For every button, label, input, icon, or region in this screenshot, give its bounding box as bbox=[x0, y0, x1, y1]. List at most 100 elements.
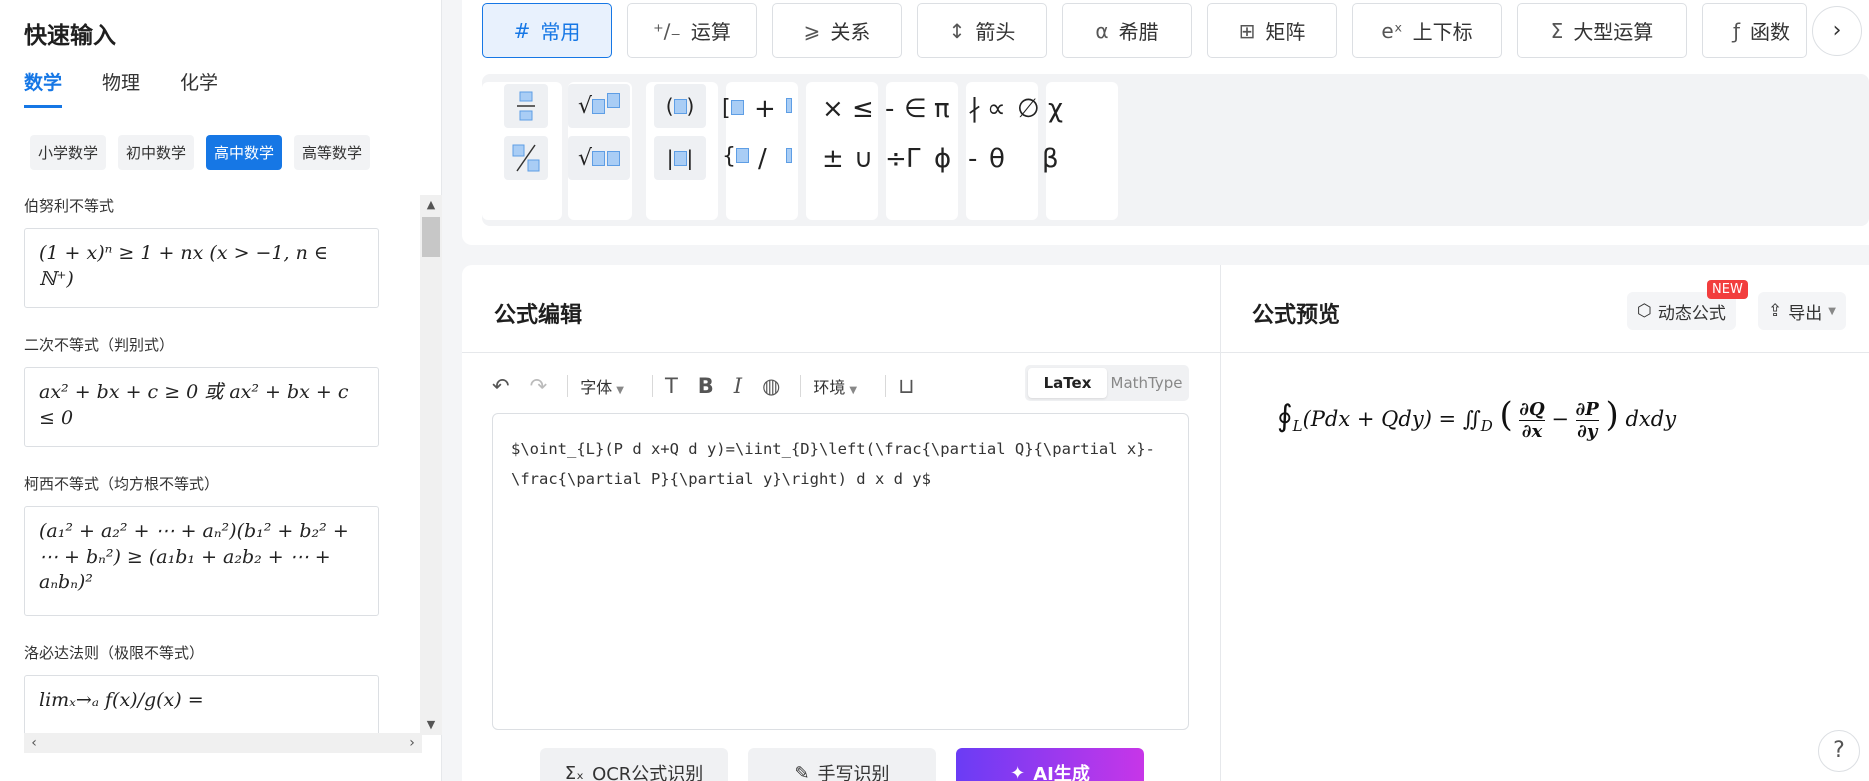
symbol-times[interactable]: × bbox=[822, 94, 844, 124]
category-arrows[interactable]: ↕ 箭头 bbox=[917, 3, 1047, 58]
category-functions[interactable]: ƒ 函数 bbox=[1702, 3, 1807, 58]
next-category-chevron-icon[interactable]: › bbox=[1812, 6, 1862, 56]
vertical-scrollbar[interactable]: ▲ ▼ bbox=[420, 195, 442, 735]
font-dropdown[interactable]: 字体 ▼ bbox=[580, 374, 624, 398]
scroll-right-icon[interactable]: › bbox=[402, 733, 422, 753]
fraction-denominator: ∂y bbox=[1577, 421, 1598, 442]
slash-fraction-template-icon[interactable] bbox=[504, 136, 548, 180]
placeholder-square-icon[interactable] bbox=[786, 144, 792, 169]
pill-primary-math[interactable]: 小学数学 bbox=[30, 135, 107, 170]
fraction-numerator: ∂Q bbox=[1519, 399, 1545, 421]
symbol-plus[interactable]: + bbox=[754, 94, 776, 124]
formula-card[interactable]: (1 + x)ⁿ ≥ 1 + nx (x > −1, n ∈ ℕ⁺) bbox=[24, 228, 379, 308]
symbol-cup[interactable]: ∪ bbox=[854, 144, 873, 174]
bold-icon[interactable]: B bbox=[698, 374, 714, 398]
formula-card[interactable]: limₓ→ₐ f(x)/g(x) = bbox=[24, 675, 379, 735]
symbol-leq[interactable]: ≤ bbox=[852, 94, 874, 124]
symbol-theta[interactable]: θ bbox=[989, 144, 1005, 174]
category-operations[interactable]: ⁺∕₋ 运算 bbox=[627, 3, 757, 58]
ocr-button-label: OCR公式识别 bbox=[592, 764, 704, 781]
help-button[interactable]: ? bbox=[1818, 730, 1860, 772]
pill-junior-math[interactable]: 初中数学 bbox=[118, 135, 195, 170]
sigma-icon: Σ bbox=[1550, 18, 1564, 43]
category-matrix[interactable]: ⊞ 矩阵 bbox=[1207, 3, 1337, 58]
scroll-left-icon[interactable]: ‹ bbox=[24, 733, 44, 753]
symbol-area: √ √ () | | [ { + × ≤ - ∈ π ∤ ∝ ∅ χ / ± ∪ … bbox=[482, 74, 1869, 226]
subject-tabs: 数学 物理 化学 bbox=[24, 68, 218, 108]
symbol-in[interactable]: ∈ bbox=[904, 94, 927, 124]
placeholder-square-icon[interactable] bbox=[786, 94, 792, 119]
symbol-slash[interactable]: / bbox=[758, 144, 767, 174]
bracket-square-icon[interactable]: [ bbox=[722, 96, 744, 121]
symbol-minus[interactable]: - bbox=[885, 94, 894, 124]
scroll-up-icon[interactable]: ▲ bbox=[420, 195, 442, 215]
italic-icon[interactable]: I bbox=[734, 374, 742, 398]
formula-item: 洛必达法则（极限不等式） limₓ→ₐ f(x)/g(x) = bbox=[24, 642, 379, 735]
category-relations[interactable]: ⩾ 关系 bbox=[772, 3, 902, 58]
formula-card[interactable]: ax² + bx + c ≥ 0 或 ax² + bx + c ≤ 0 bbox=[24, 367, 379, 447]
divider bbox=[651, 375, 653, 397]
level-pills: 小学数学 初中数学 高中数学 高等数学 bbox=[30, 135, 371, 170]
mode-mathtype[interactable]: MathType bbox=[1107, 368, 1186, 398]
function-icon: ƒ bbox=[1733, 18, 1741, 43]
divider bbox=[800, 375, 802, 397]
symbol-gamma[interactable]: Γ bbox=[906, 144, 921, 174]
symbol-propto[interactable]: ∝ bbox=[987, 94, 1006, 124]
mode-latex[interactable]: LaTex bbox=[1028, 368, 1107, 398]
category-label: 上下标 bbox=[1412, 20, 1473, 44]
handwrite-button[interactable]: ✎ 手写识别 bbox=[748, 748, 936, 781]
plus-minus-icon: ⁺∕₋ bbox=[653, 18, 681, 43]
formula-card[interactable]: (a₁² + a₂² + ⋯ + aₙ²)(b₁² + b₂² + ⋯ + bₙ… bbox=[24, 506, 379, 616]
tab-physics[interactable]: 物理 bbox=[102, 68, 140, 108]
symbol-pm[interactable]: ± bbox=[822, 144, 844, 174]
latex-input[interactable]: $\oint_{L}(P d x+Q d y)=\iint_{D}\left(\… bbox=[492, 413, 1189, 730]
tab-chemistry[interactable]: 化学 bbox=[180, 68, 218, 108]
symbol-div[interactable]: ÷ bbox=[885, 144, 907, 174]
category-greek[interactable]: α 希腊 bbox=[1062, 3, 1192, 58]
nth-root-template-icon[interactable]: √ bbox=[568, 136, 630, 180]
text-icon[interactable]: T bbox=[665, 374, 678, 398]
latex-line: \frac{\partial P}{\partial y}\right) d x… bbox=[511, 470, 931, 488]
dynamic-formula-label: 动态公式 bbox=[1657, 303, 1726, 324]
symbol-minus-2[interactable]: - bbox=[968, 144, 977, 174]
export-button[interactable]: ⇪ 导出 ▼ bbox=[1758, 292, 1846, 330]
ai-generate-button[interactable]: ✦ AI生成 bbox=[956, 748, 1144, 781]
quick-input-panel: 快速输入 数学 物理 化学 小学数学 初中数学 高中数学 高等数学 伯努利不等式… bbox=[0, 0, 442, 781]
redo-icon[interactable]: ↷ bbox=[530, 374, 548, 398]
symbol-pi[interactable]: π bbox=[934, 94, 950, 124]
symbol-beta[interactable]: β bbox=[1042, 144, 1059, 174]
undo-icon[interactable]: ↶ bbox=[492, 374, 510, 398]
hash-icon: # bbox=[513, 18, 531, 43]
pill-advanced-math[interactable]: 高等数学 bbox=[294, 135, 371, 170]
sparkle-icon: ✦ bbox=[1010, 762, 1026, 781]
category-large-ops[interactable]: Σ 大型运算 bbox=[1517, 3, 1687, 58]
arrow-updown-icon: ↕ bbox=[948, 18, 966, 43]
fraction-template-icon[interactable] bbox=[504, 84, 548, 128]
basket-icon[interactable]: ⊔ bbox=[898, 374, 914, 398]
category-bar: # 常用 ⁺∕₋ 运算 ⩾ 关系 ↕ 箭头 α 希腊 ⊞ 矩阵 eˣ 上下标 Σ 大型运算 ƒ函… bbox=[482, 3, 1807, 58]
category-label: 希腊 bbox=[1118, 20, 1159, 44]
scroll-down-icon[interactable]: ▼ bbox=[420, 715, 442, 735]
parentheses-template-icon[interactable]: () bbox=[654, 84, 706, 128]
preview-fraction: ∂P ∂y bbox=[1575, 399, 1599, 442]
preview-paren: ) bbox=[1605, 395, 1619, 435]
bracket-curly-icon[interactable]: { bbox=[722, 144, 749, 169]
symbol-emptyset[interactable]: ∅ bbox=[1017, 94, 1040, 124]
symbol-nmid[interactable]: ∤ bbox=[968, 94, 981, 124]
abs-template-icon[interactable]: | | bbox=[654, 136, 706, 180]
environment-dropdown[interactable]: 环境 ▼ bbox=[813, 374, 857, 398]
sqrt-template-icon[interactable]: √ bbox=[568, 84, 630, 128]
category-scripts[interactable]: eˣ 上下标 bbox=[1352, 3, 1502, 58]
superscript-icon: eˣ bbox=[1381, 18, 1403, 43]
scroll-thumb[interactable] bbox=[422, 217, 440, 257]
horizontal-scrollbar[interactable]: ‹ › bbox=[24, 733, 422, 753]
mode-toggle: LaTex MathType bbox=[1025, 365, 1189, 401]
category-common[interactable]: # 常用 bbox=[482, 3, 612, 58]
tab-math[interactable]: 数学 bbox=[24, 68, 63, 108]
symbol-chi[interactable]: χ bbox=[1048, 94, 1063, 124]
preview-title: 公式预览 bbox=[1252, 303, 1341, 328]
symbol-phi[interactable]: ϕ bbox=[934, 144, 951, 174]
ocr-button[interactable]: Σₓ OCR公式识别 bbox=[540, 748, 728, 781]
palette-icon[interactable]: ◍ bbox=[762, 374, 780, 398]
pill-senior-math[interactable]: 高中数学 bbox=[206, 135, 283, 170]
